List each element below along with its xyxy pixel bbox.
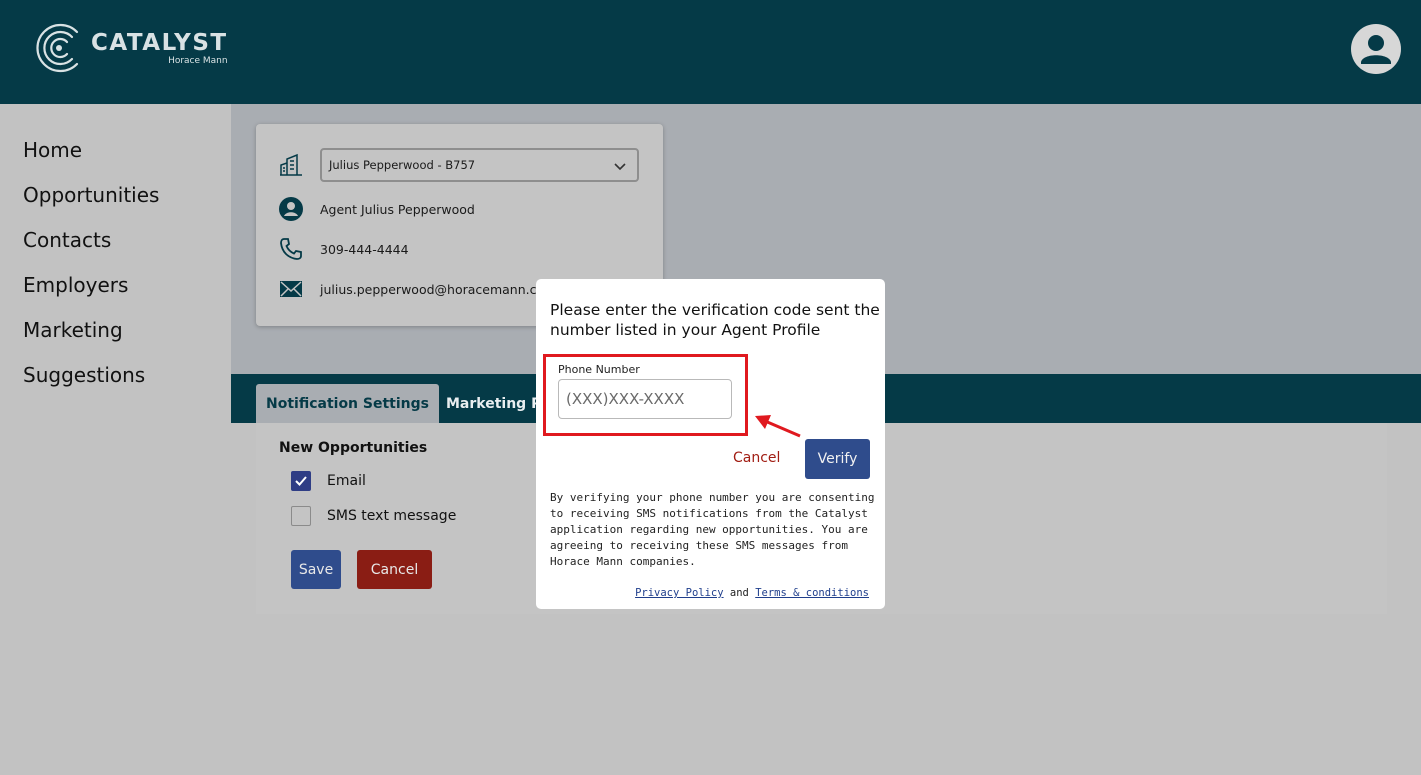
agency-select[interactable]: Julius Pepperwood - B757	[320, 148, 639, 182]
email-option: Email	[291, 471, 366, 491]
user-avatar-icon	[1361, 35, 1391, 64]
privacy-policy-link[interactable]: Privacy Policy	[635, 587, 724, 599]
phone-number-label: Phone Number	[558, 363, 640, 376]
cancel-button[interactable]: Cancel	[357, 550, 432, 589]
sidebar-item-employers[interactable]: Employers	[23, 273, 128, 297]
email-checkbox[interactable]	[291, 471, 311, 491]
terms-link[interactable]: Terms & conditions	[755, 587, 869, 599]
agency-row	[278, 152, 320, 178]
section-title: New Opportunities	[279, 440, 428, 456]
sms-option-label: SMS text message	[327, 508, 457, 524]
brand-subtitle: Horace Mann	[168, 56, 228, 66]
tab-marketing[interactable]: Marketing P	[436, 384, 551, 423]
save-button[interactable]: Save	[291, 550, 341, 589]
agent-name-row: Agent Julius Pepperwood	[278, 196, 475, 222]
building-icon	[278, 152, 304, 178]
tab-notification-settings[interactable]: Notification Settings	[256, 384, 439, 423]
agent-email-row: julius.pepperwood@horacemann.co	[278, 276, 544, 302]
sms-checkbox[interactable]	[291, 506, 311, 526]
modal-cancel-button[interactable]: Cancel	[733, 450, 780, 466]
catalyst-logo-icon	[36, 23, 79, 73]
checkmark-icon	[295, 476, 307, 486]
verify-button[interactable]: Verify	[805, 439, 870, 479]
agent-name: Agent Julius Pepperwood	[320, 201, 475, 217]
sms-option: SMS text message	[291, 506, 456, 526]
consent-text: By verifying your phone number you are c…	[550, 491, 875, 568]
catalyst-logo[interactable]: CATALYST Horace Mann	[33, 22, 228, 74]
sidebar-item-contacts[interactable]: Contacts	[23, 228, 111, 252]
phone-number-input[interactable]	[558, 379, 732, 419]
mail-icon	[278, 276, 304, 302]
agent-email: julius.pepperwood@horacemann.co	[320, 281, 545, 297]
brand-title: CATALYST	[91, 30, 228, 56]
sidebar-item-marketing[interactable]: Marketing	[23, 318, 123, 342]
and-text: and	[729, 587, 749, 599]
person-circle-icon	[278, 196, 304, 222]
sidebar-item-opportunities[interactable]: Opportunities	[23, 183, 159, 207]
modal-title: Please enter the verification code sent …	[550, 301, 880, 339]
verification-modal: Please enter the verification code sent …	[536, 279, 885, 609]
app-header: CATALYST Horace Mann	[0, 0, 1421, 104]
agent-phone: 309-444-4444	[320, 241, 409, 257]
chevron-down-icon	[614, 163, 626, 171]
agent-phone-row: 309-444-4444	[278, 236, 409, 262]
phone-icon	[278, 236, 304, 262]
sidebar-nav: Home Opportunities Contacts Employers Ma…	[0, 104, 231, 775]
sidebar-item-suggestions[interactable]: Suggestions	[23, 363, 145, 387]
annotation-arrow-icon	[755, 415, 801, 438]
legal-links: Privacy Policy and Terms & conditions	[635, 587, 869, 599]
agency-select-value: Julius Pepperwood - B757	[329, 158, 476, 172]
email-option-label: Email	[327, 473, 366, 489]
user-avatar-button[interactable]	[1351, 24, 1401, 74]
sidebar-item-home[interactable]: Home	[23, 138, 82, 162]
